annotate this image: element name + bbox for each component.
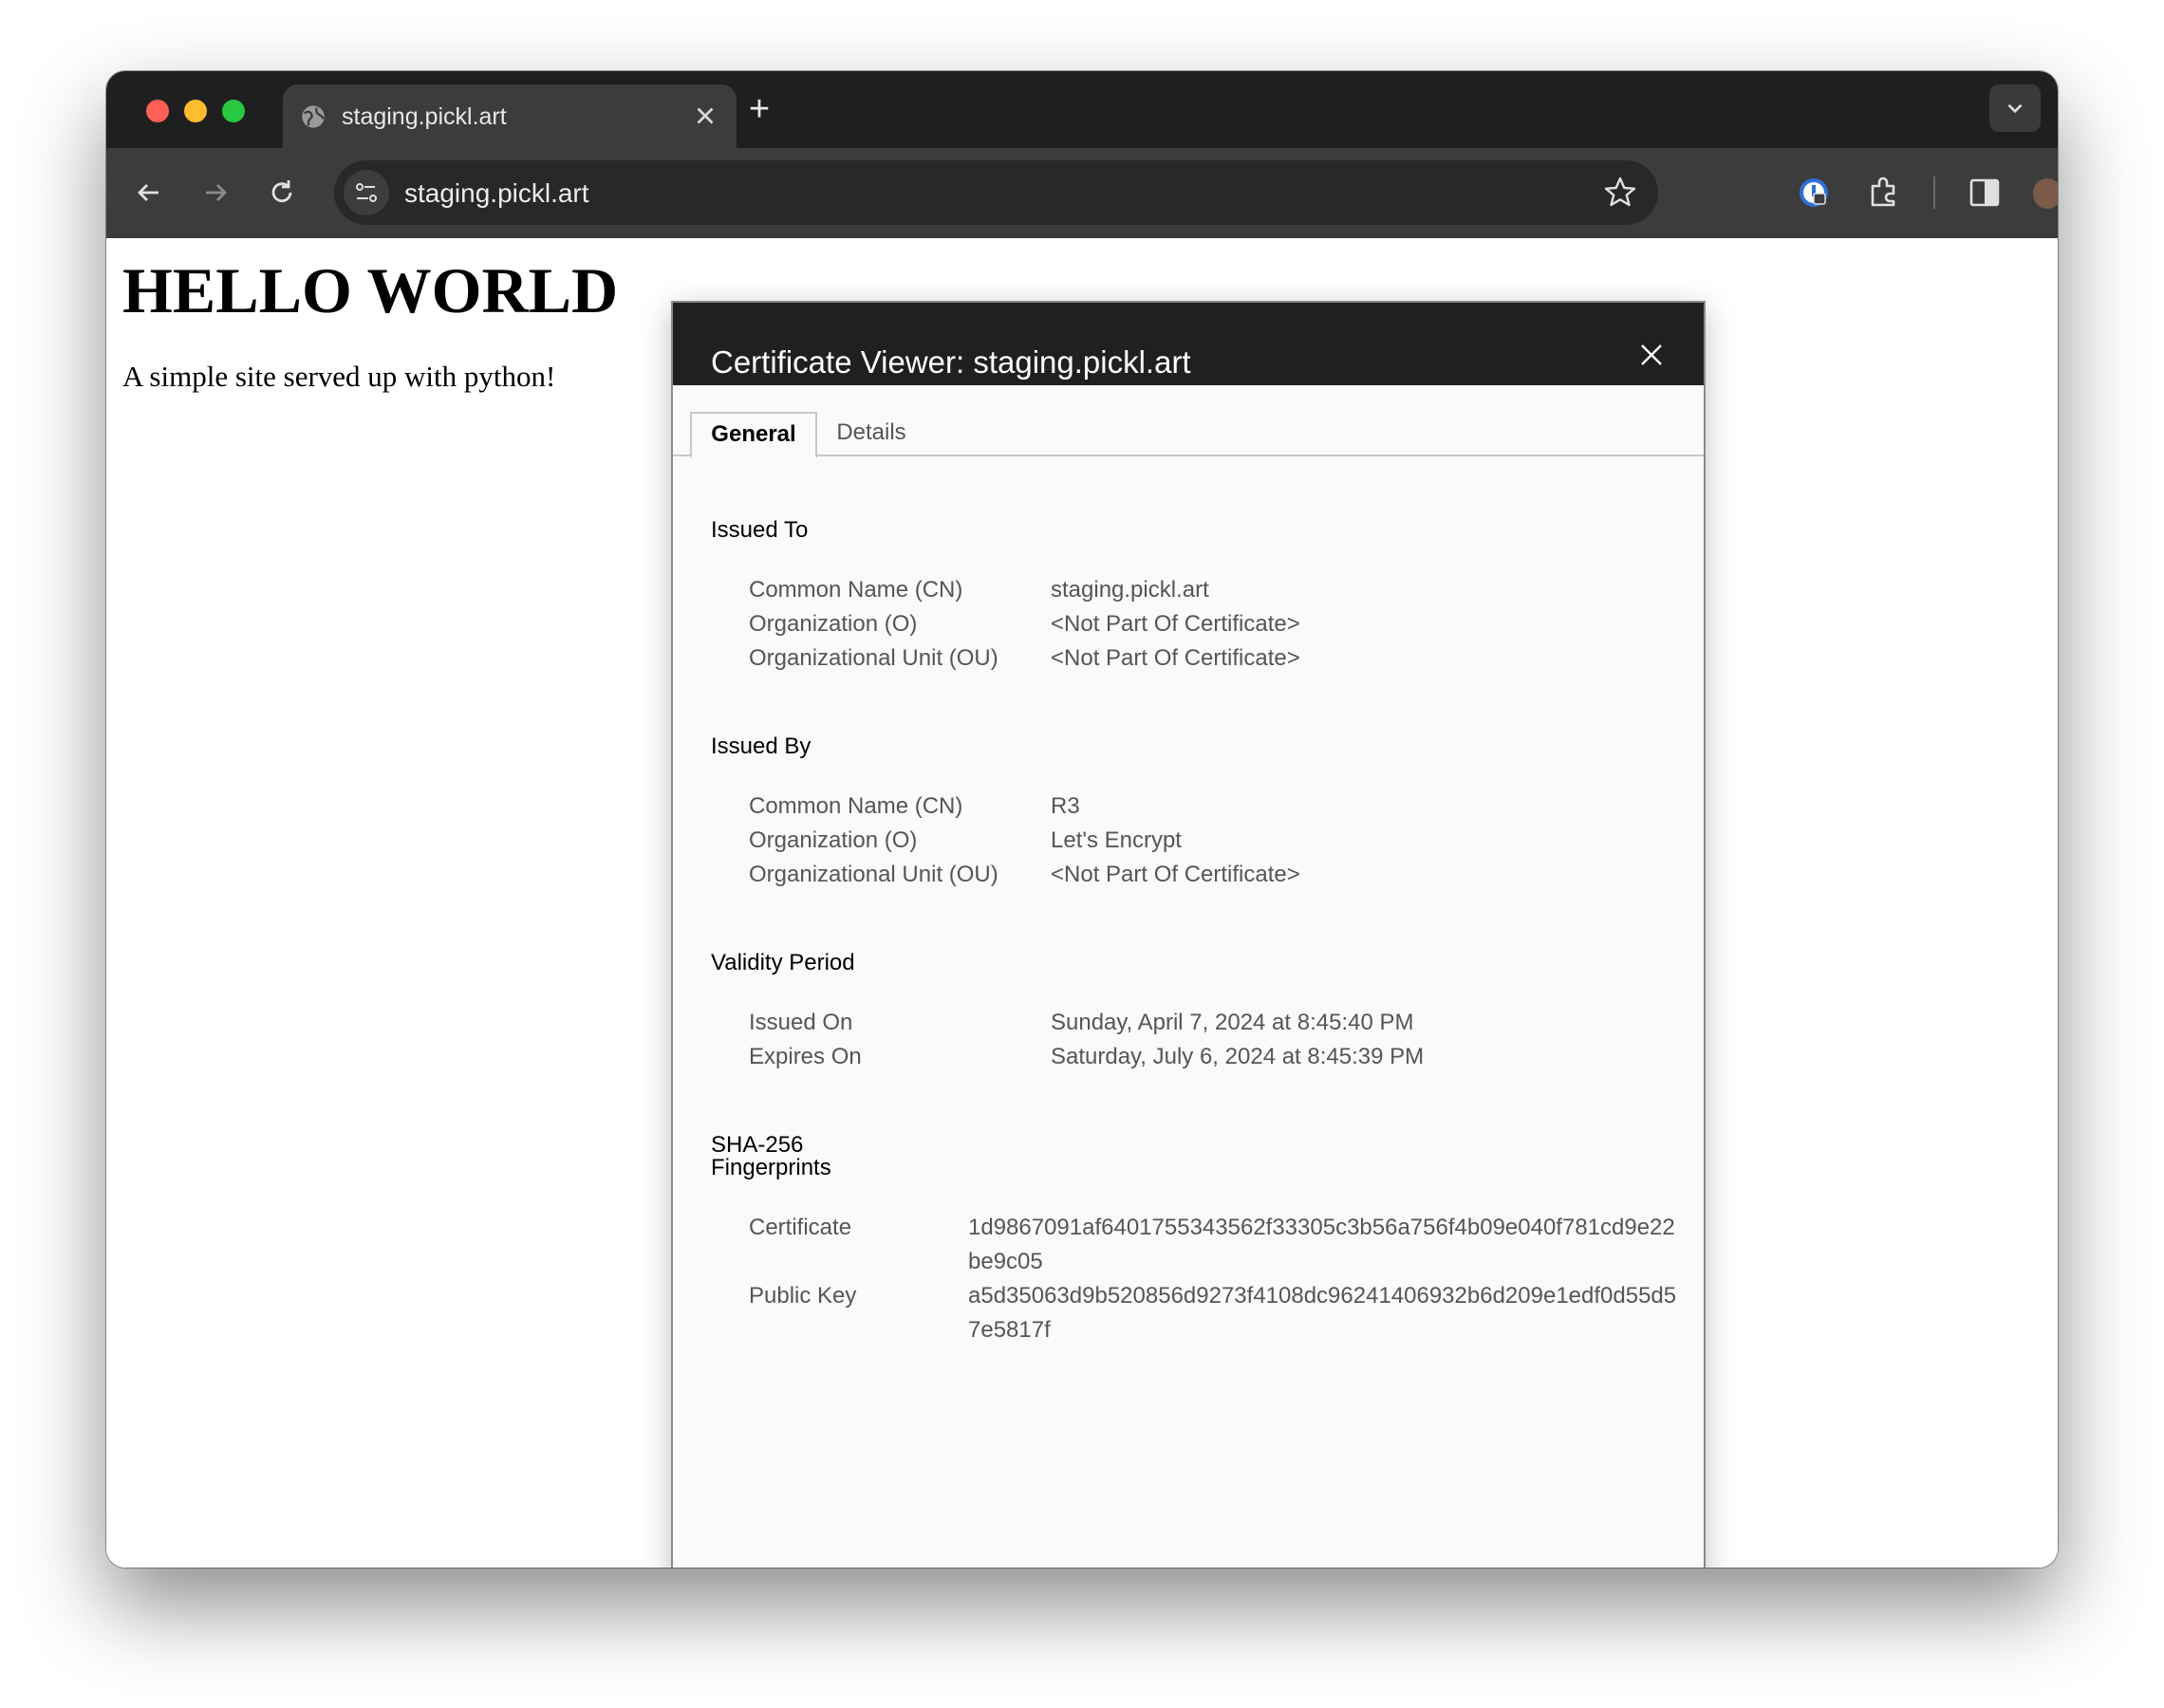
issued-to-o-value: <Not Part Of Certificate> [1051, 611, 1300, 637]
chevron-down-icon [2007, 103, 2023, 114]
globe-icon [302, 105, 325, 128]
issued-by-cn-label: Common Name (CN) [749, 793, 963, 819]
reload-icon[interactable] [256, 167, 308, 218]
close-icon[interactable] [1637, 341, 1666, 369]
close-tab-icon[interactable] [691, 102, 719, 130]
maximize-window-button[interactable] [222, 100, 245, 122]
minimize-window-button[interactable] [184, 100, 207, 122]
toolbar-divider [1933, 176, 1935, 209]
issued-by-title: Issued By [711, 733, 812, 759]
bookmark-star-icon[interactable] [1601, 174, 1639, 212]
side-panel-icon[interactable] [1959, 167, 2010, 218]
issued-to-title: Issued To [711, 517, 809, 543]
expires-on-value: Saturday, July 6, 2024 at 8:45:39 PM [1051, 1044, 1425, 1069]
public-key-fingerprint-value: a5d35063d9b520856d9273f4108dc96241406932… [968, 1283, 1677, 1343]
issued-to-cn-value: staging.pickl.art [1051, 577, 1209, 603]
issued-by-ou-value: <Not Part Of Certificate> [1051, 862, 1300, 887]
tab-search-button[interactable] [1989, 84, 2041, 132]
tune-icon [356, 183, 377, 202]
expires-on-label: Expires On [749, 1044, 862, 1069]
url-text[interactable]: staging.pickl.art [404, 178, 589, 209]
dialog-tabs: General Details [673, 385, 1704, 458]
new-tab-button[interactable]: + [740, 91, 778, 130]
avatar[interactable] [2033, 178, 2058, 209]
site-info-button[interactable] [344, 170, 389, 215]
page-heading: HELLO WORLD [122, 254, 619, 326]
browser-toolbar: staging.pickl.art [106, 148, 2058, 238]
close-window-button[interactable] [146, 100, 169, 122]
issued-by-ou-label: Organizational Unit (OU) [749, 862, 998, 887]
issued-to-ou-label: Organizational Unit (OU) [749, 645, 998, 671]
issued-by-cn-value: R3 [1051, 793, 1080, 819]
issued-by-o-label: Organization (O) [749, 827, 918, 853]
address-bar[interactable]: staging.pickl.art [334, 160, 1658, 225]
dialog-header: Certificate Viewer: staging.pickl.art [673, 303, 1704, 385]
issued-on-label: Issued On [749, 1010, 853, 1035]
issued-to-o-label: Organization (O) [749, 611, 918, 637]
browser-tab[interactable]: staging.pickl.art [283, 84, 737, 148]
password-manager-icon[interactable] [1788, 167, 1839, 218]
issued-by-o-value: Let's Encrypt [1051, 827, 1182, 853]
back-arrow-icon[interactable] [123, 167, 175, 218]
tab-strip: staging.pickl.art + [106, 71, 2058, 148]
issued-to-cn-label: Common Name (CN) [749, 577, 963, 603]
dialog-title: Certificate Viewer: staging.pickl.art [711, 344, 1191, 380]
tab-general[interactable]: General [690, 412, 817, 458]
forward-arrow-icon[interactable] [190, 167, 241, 218]
validity-period-title: Validity Period [711, 950, 855, 975]
browser-window: staging.pickl.art + staging.pickl.art HE… [106, 71, 2058, 1568]
issued-on-value: Sunday, April 7, 2024 at 8:45:40 PM [1051, 1010, 1414, 1035]
issued-to-ou-value: <Not Part Of Certificate> [1051, 645, 1300, 671]
public-key-fingerprint-label: Public Key [749, 1283, 857, 1309]
tab-details[interactable]: Details [819, 412, 923, 456]
page-paragraph: A simple site served up with python! [122, 360, 556, 393]
fingerprints-title-line2: Fingerprints [711, 1155, 831, 1180]
extensions-puzzle-icon[interactable] [1858, 167, 1910, 218]
certificate-fingerprint-label: Certificate [749, 1215, 852, 1240]
certificate-viewer-dialog: Certificate Viewer: staging.pickl.art Ge… [671, 301, 1706, 1568]
certificate-fingerprint-value: 1d9867091af6401755343562f33305c3b56a756f… [968, 1215, 1675, 1274]
tab-title: staging.pickl.art [342, 103, 507, 130]
